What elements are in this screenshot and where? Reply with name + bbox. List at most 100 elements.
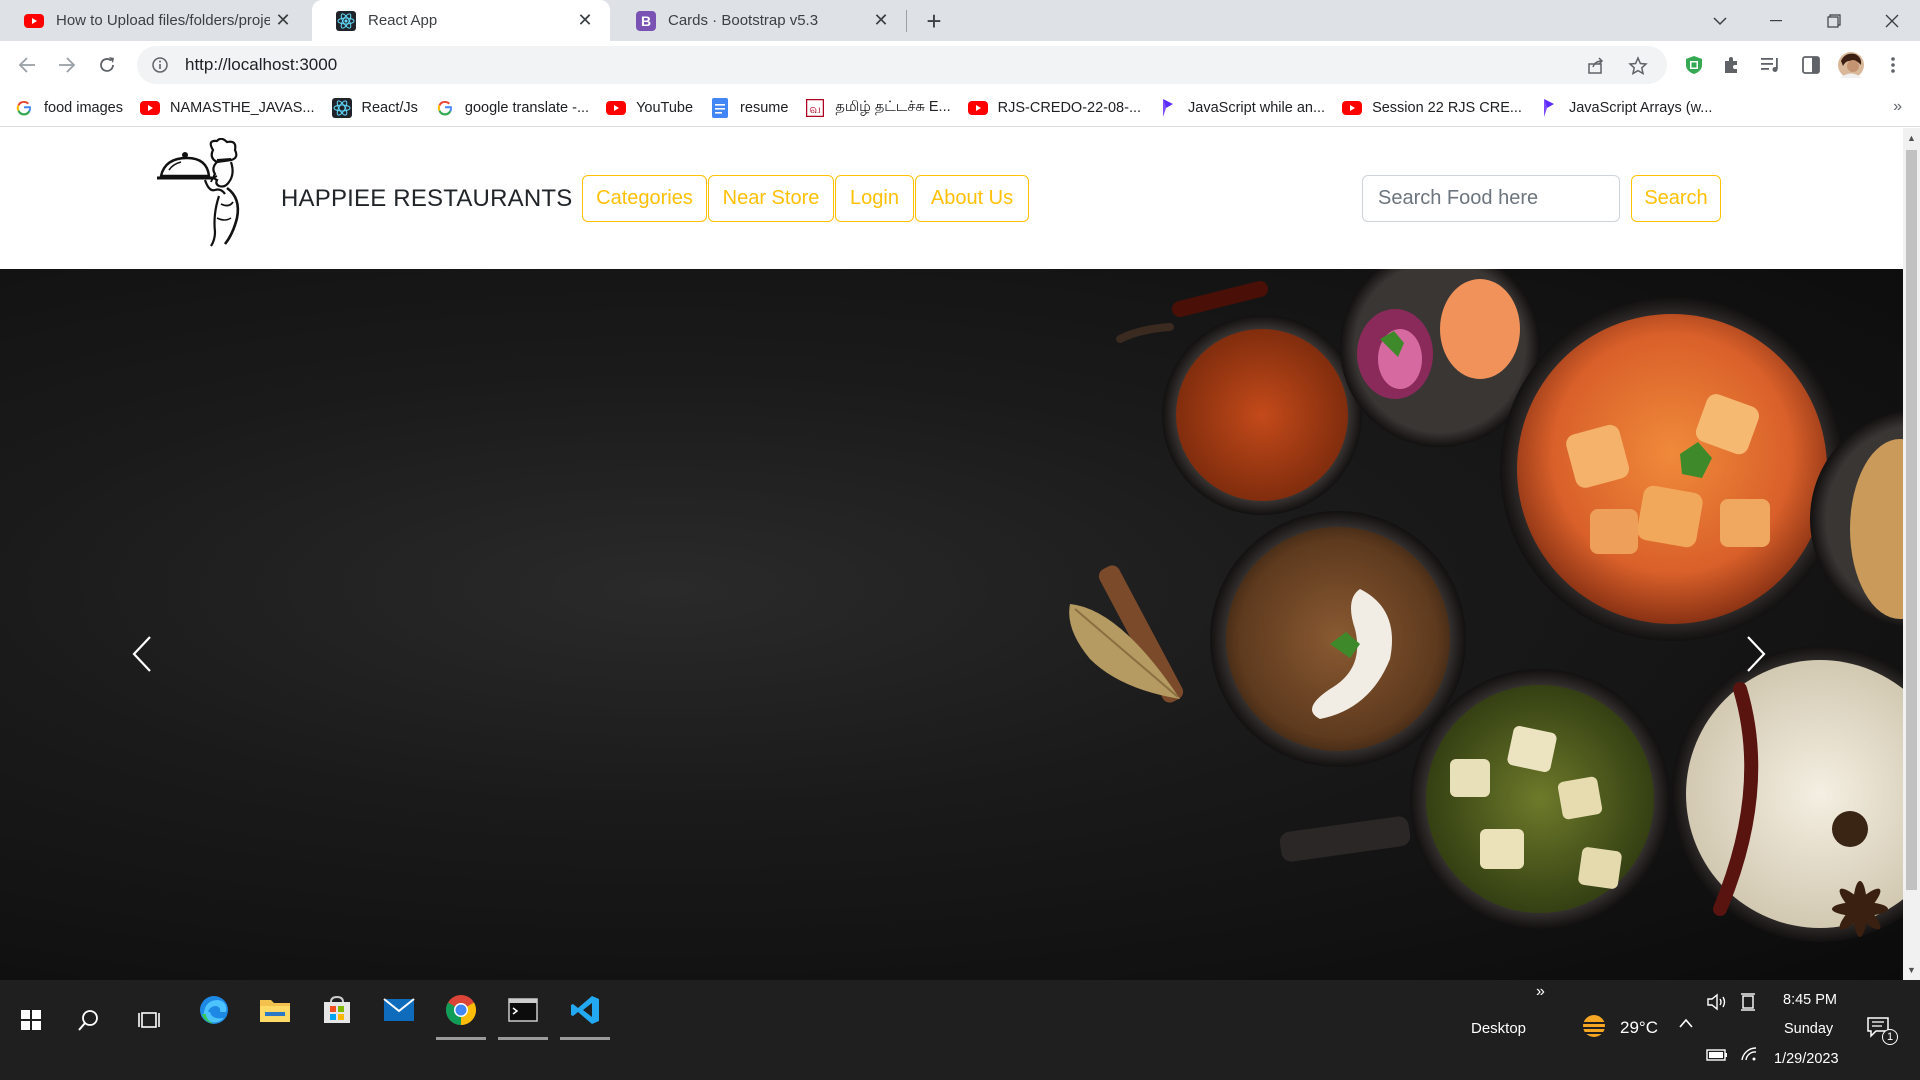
- chevron-right-icon: [1747, 636, 1766, 672]
- tab-title: React App: [368, 12, 438, 29]
- bookmark-label: தமிழ் தட்டச்சு E...: [835, 98, 951, 115]
- google-icon: [435, 98, 455, 118]
- battery-icon[interactable]: [1706, 1048, 1728, 1066]
- forward-icon[interactable]: [50, 48, 84, 82]
- tray-chevron-up-icon[interactable]: [1678, 1016, 1694, 1033]
- back-icon[interactable]: [10, 48, 44, 82]
- close-tab-icon[interactable]: ✕: [572, 8, 598, 34]
- scroll-up-arrow-icon[interactable]: ▲: [1903, 130, 1920, 146]
- bookmark-youtube[interactable]: YouTube: [606, 98, 693, 118]
- bookmark-label: food images: [44, 99, 123, 116]
- device-icon[interactable]: [1740, 992, 1756, 1016]
- carousel-next-button[interactable]: [1736, 629, 1776, 679]
- profile-avatar[interactable]: [1836, 50, 1866, 80]
- programiz-icon: [1158, 98, 1178, 118]
- clock-day[interactable]: Sunday: [1784, 1021, 1833, 1037]
- nav-near-store-button[interactable]: Near Store: [708, 175, 834, 222]
- windows-taskbar: » Desktop 29°C 8:45 PM Sunday 1/29/2023 …: [0, 980, 1920, 1080]
- bookmark-rjs-credo[interactable]: RJS-CREDO-22-08-...: [967, 98, 1142, 118]
- terminal-icon[interactable]: [496, 980, 550, 1040]
- chevron-left-icon: [132, 636, 151, 672]
- page-scrollbar[interactable]: ▲ ▼: [1903, 128, 1920, 980]
- address-bar[interactable]: http://localhost:3000: [137, 46, 1667, 84]
- nav-about-us-button[interactable]: About Us: [915, 175, 1029, 222]
- bookmark-javascript-arrays[interactable]: JavaScript Arrays (w...: [1539, 98, 1712, 118]
- page-viewport: HAPPIEE RESTAURANTS Categories Near Stor…: [0, 128, 1920, 980]
- nav-categories-button[interactable]: Categories: [582, 175, 707, 222]
- new-tab-button[interactable]: +: [918, 6, 950, 36]
- bookmark-javascript-while[interactable]: JavaScript while an...: [1158, 98, 1325, 118]
- chef-logo-icon[interactable]: [155, 138, 251, 248]
- restore-icon[interactable]: [1806, 0, 1862, 41]
- tab-separator: [906, 10, 907, 32]
- open-app-indicator: [560, 1037, 610, 1040]
- share-icon[interactable]: [1581, 51, 1611, 81]
- wifi-icon[interactable]: [1740, 1046, 1758, 1066]
- youtube-icon: [140, 98, 160, 118]
- tab-react-app[interactable]: React App ✕: [312, 0, 610, 41]
- weather-temperature[interactable]: 29°C: [1620, 1018, 1658, 1038]
- bookmark-label: google translate -...: [464, 99, 590, 116]
- search-button[interactable]: Search: [1631, 175, 1721, 222]
- bookmark-react-js[interactable]: React/Js: [331, 97, 418, 118]
- browser-menu-icon[interactable]: [1878, 50, 1908, 80]
- scroll-down-arrow-icon[interactable]: ▼: [1903, 962, 1920, 978]
- youtube-icon: [606, 98, 627, 118]
- svg-text:B: B: [641, 13, 651, 29]
- site-info-icon[interactable]: [149, 54, 171, 76]
- chrome-icon[interactable]: [434, 980, 488, 1040]
- bookmark-label: RJS-CREDO-22-08-...: [997, 99, 1142, 116]
- react-icon: [331, 97, 352, 118]
- bookmark-label: NAMASTHE_JAVAS...: [170, 99, 315, 116]
- bookmarks-overflow-button[interactable]: »: [1893, 98, 1902, 116]
- nav-login-button[interactable]: Login: [835, 175, 914, 222]
- google-icon: [14, 98, 34, 118]
- task-view-icon[interactable]: [124, 970, 174, 1070]
- active-app-indicator: [436, 1037, 486, 1040]
- browser-tab-strip: How to Upload files/folders/proje ✕ Reac…: [0, 0, 1920, 41]
- media-queue-icon[interactable]: [1756, 50, 1786, 80]
- bookmark-star-icon[interactable]: [1623, 51, 1653, 81]
- close-tab-icon[interactable]: ✕: [270, 8, 296, 34]
- indian-food-hero-image: [1069, 269, 1903, 942]
- clock-date[interactable]: 1/29/2023: [1774, 1051, 1839, 1067]
- vscode-icon[interactable]: [558, 980, 612, 1040]
- bookmark-label: JavaScript Arrays (w...: [1568, 99, 1713, 116]
- bookmark-label: resume: [740, 99, 789, 116]
- close-window-icon[interactable]: [1864, 0, 1920, 41]
- bookmark-resume[interactable]: resume: [710, 97, 789, 118]
- extension-green-icon[interactable]: [1679, 50, 1709, 80]
- carousel-prev-button[interactable]: [122, 629, 162, 679]
- search-food-input[interactable]: [1362, 175, 1620, 222]
- reload-icon[interactable]: [90, 48, 124, 82]
- extensions-puzzle-icon[interactable]: [1716, 50, 1746, 80]
- weather-icon[interactable]: [1580, 1012, 1608, 1044]
- hero-carousel: [0, 269, 1903, 980]
- windows-start-icon[interactable]: [6, 970, 56, 1070]
- mail-icon[interactable]: [372, 980, 426, 1040]
- close-tab-icon[interactable]: ✕: [868, 8, 894, 34]
- tab-youtube-upload[interactable]: How to Upload files/folders/proje ✕: [0, 0, 308, 41]
- file-explorer-icon[interactable]: [248, 980, 302, 1040]
- volume-icon[interactable]: [1706, 992, 1728, 1016]
- minimize-icon[interactable]: [1748, 0, 1804, 41]
- bookmark-namasthe-javascript[interactable]: NAMASTHE_JAVAS...: [140, 98, 315, 118]
- clock-time[interactable]: 8:45 PM: [1783, 992, 1837, 1008]
- bookmark-tamil-typing[interactable]: வ தமிழ் தட்டச்சு E...: [805, 98, 951, 118]
- tab-bootstrap-cards[interactable]: B Cards · Bootstrap v5.3 ✕: [612, 0, 906, 41]
- bookmark-label: Session 22 RJS CRE...: [1372, 99, 1522, 116]
- desktop-toolbar-label[interactable]: Desktop: [1471, 1020, 1526, 1037]
- tab-search-icon[interactable]: [1692, 0, 1748, 41]
- brand-title[interactable]: HAPPIEE RESTAURANTS: [281, 185, 572, 213]
- bookmarks-bar: food images NAMASTHE_JAVAS... React/Js g…: [0, 89, 1920, 127]
- taskbar-overflow-button[interactable]: »: [1536, 983, 1545, 1001]
- bookmark-food-images[interactable]: food images: [14, 98, 123, 118]
- search-icon[interactable]: [64, 970, 114, 1070]
- scrollbar-thumb[interactable]: [1906, 150, 1917, 890]
- edge-icon[interactable]: [187, 980, 241, 1040]
- bookmark-session-22[interactable]: Session 22 RJS CRE...: [1342, 98, 1522, 118]
- tab-title: How to Upload files/folders/proje: [56, 12, 270, 29]
- side-panel-icon[interactable]: [1796, 50, 1826, 80]
- bookmark-google-translate[interactable]: google translate -...: [435, 98, 589, 118]
- microsoft-store-icon[interactable]: [310, 980, 364, 1040]
